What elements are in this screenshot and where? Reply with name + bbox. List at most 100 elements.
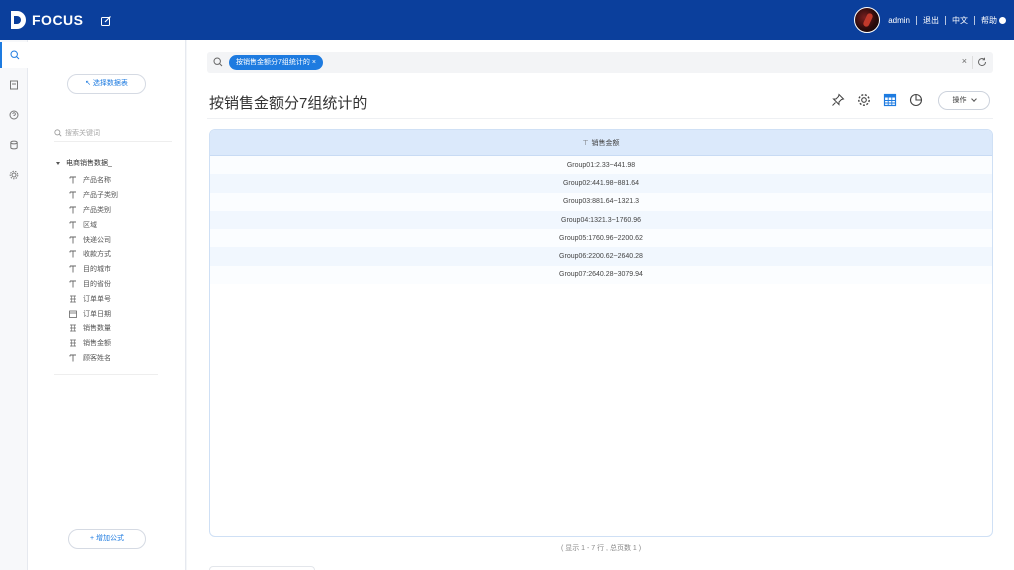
table-row[interactable]: Group04:1321.3~1760.96 <box>210 210 992 230</box>
search-token-label: 按销售金额分7组统计的 <box>236 59 310 66</box>
search-token-chip[interactable]: 按销售金额分7组统计的 × <box>229 55 323 70</box>
pin-button[interactable] <box>828 90 848 110</box>
search-icon <box>54 128 62 136</box>
table-header[interactable]: ⊤ 销售金额 <box>210 130 992 156</box>
username[interactable]: admin <box>888 16 910 25</box>
search-icon <box>10 50 20 60</box>
question-icon <box>9 110 19 120</box>
text-field-icon <box>68 220 78 230</box>
field-item[interactable]: 产品类别 <box>68 203 168 218</box>
brand-name: FOCUS <box>32 12 84 28</box>
field-item[interactable]: 产品子类别 <box>68 188 168 203</box>
field-label: 顾客姓名 <box>83 354 111 362</box>
text-field-icon <box>68 205 78 215</box>
operate-dropdown[interactable]: 操作 <box>938 90 990 110</box>
field-item[interactable]: 订单单号 <box>68 291 168 306</box>
table-row[interactable]: Group07:2640.28~3079.94 <box>210 265 992 285</box>
help-link[interactable]: 帮助 <box>981 15 997 26</box>
rail-settings[interactable] <box>0 162 28 188</box>
table-row[interactable]: Group03:881.64~1321.3 <box>210 192 992 211</box>
field-item[interactable]: 产品名称 <box>68 173 168 188</box>
number-field-icon <box>68 323 78 333</box>
field-label: 产品子类别 <box>83 192 118 200</box>
field-label: 区域 <box>83 221 97 229</box>
field-item[interactable]: 收款方式 <box>68 247 168 262</box>
language-switch[interactable]: 中文 <box>952 15 968 26</box>
add-formula-label: 增加公式 <box>96 535 125 542</box>
number-field-icon <box>68 338 78 348</box>
table-cell: Group04:1321.3~1760.96 <box>561 216 641 224</box>
clear-search-button[interactable]: × <box>962 56 967 66</box>
field-label: 目的省份 <box>83 280 111 288</box>
field-item[interactable]: 订单日期 <box>68 306 168 321</box>
rail-question[interactable] <box>0 102 28 128</box>
divider <box>972 56 973 69</box>
select-table-button[interactable]: ↖ 选择数据表 <box>67 74 146 94</box>
table-view-button[interactable] <box>880 90 900 110</box>
chart-view-button[interactable] <box>906 90 926 110</box>
field-label: 订单单号 <box>83 295 111 303</box>
field-label: 快递公司 <box>83 236 111 244</box>
logout-link[interactable]: 退出 <box>923 15 939 26</box>
field-item[interactable]: 销售金额 <box>68 336 168 351</box>
field-item[interactable]: 目的省份 <box>68 277 168 292</box>
table-cell: Group06:2200.62~2640.28 <box>559 253 643 261</box>
table-icon <box>883 93 897 107</box>
divider <box>916 15 917 25</box>
top-navbar: FOCUS admin 退出 中文 帮助 <box>0 0 1014 40</box>
divider <box>207 118 993 119</box>
brand-logo[interactable]: FOCUS <box>10 10 84 30</box>
table-row[interactable]: Group06:2200.62~2640.28 <box>210 247 992 266</box>
rail-database[interactable] <box>0 132 28 158</box>
main-area: 按销售金额分7组统计的 × × 按销售金额分7组统计的 操作 ⊤ 销售金额 Gr… <box>187 40 1014 570</box>
search-bar[interactable]: 按销售金额分7组统计的 × × <box>207 52 993 73</box>
bottom-panel-tab[interactable] <box>209 566 315 570</box>
table-row[interactable]: Group02:441.98~881.64 <box>210 174 992 193</box>
data-panel: ↖ 选择数据表 搜索关键词 电商销售数据_ 产品名称产品子类别产品类别区域快递公… <box>28 40 186 570</box>
search-icon <box>213 57 223 67</box>
chevron-down-icon <box>970 96 977 102</box>
chip-close-icon[interactable]: × <box>312 59 316 66</box>
database-icon <box>10 140 18 150</box>
search-placeholder: 搜索关键词 <box>65 129 100 137</box>
rail-search[interactable] <box>0 42 28 68</box>
text-field-icon <box>68 249 78 259</box>
page-title: 按销售金额分7组统计的 <box>209 95 368 112</box>
field-item[interactable]: 销售数量 <box>68 321 168 336</box>
add-formula-button[interactable]: + 增加公式 <box>68 529 146 549</box>
refresh-icon[interactable] <box>977 57 987 67</box>
field-list: 产品名称 产品子类别 产品类别 区域 快递公司 收款方式 目的城市 目的省份 订单单号 订单日期销… <box>68 173 168 365</box>
field-item[interactable]: 区域 <box>68 217 168 232</box>
edit-icon[interactable] <box>100 14 112 26</box>
pinboard-icon <box>10 80 18 90</box>
divider <box>945 15 946 25</box>
text-field-icon <box>68 235 78 245</box>
field-label: 销售金额 <box>83 340 111 348</box>
table-cell: Group07:2640.28~3079.94 <box>559 271 643 279</box>
field-item[interactable]: 快递公司 <box>68 232 168 247</box>
field-item[interactable]: 目的城市 <box>68 262 168 277</box>
rail-pinboard[interactable] <box>0 72 28 98</box>
keyword-search-input[interactable]: 搜索关键词 <box>54 124 172 142</box>
column-header: 销售金额 <box>591 139 620 147</box>
table-tree-node[interactable]: 电商销售数据_ <box>56 158 112 168</box>
caret-down-icon <box>56 161 60 165</box>
table-row[interactable]: Group01:2.33~441.98 <box>210 156 992 175</box>
table-cell: Group02:441.98~881.64 <box>562 179 640 187</box>
table-cell: Group05:1760.96~2200.62 <box>559 234 643 242</box>
text-field-icon: ⊤ <box>582 139 589 147</box>
divider <box>974 15 975 25</box>
help-icon[interactable] <box>999 16 1006 24</box>
avatar[interactable] <box>854 7 881 33</box>
settings-button[interactable] <box>854 90 874 110</box>
table-row[interactable]: Group05:1760.96~2200.62 <box>210 229 992 248</box>
icon-rail <box>0 40 28 570</box>
table-name: 电商销售数据_ <box>66 160 112 167</box>
text-field-icon <box>68 264 78 274</box>
field-label: 收款方式 <box>83 251 111 259</box>
divider <box>54 374 158 375</box>
toolbar: 操作 <box>828 90 990 110</box>
field-label: 产品类别 <box>83 206 111 214</box>
gear-icon <box>9 170 19 180</box>
field-item[interactable]: 顾客姓名 <box>68 351 168 366</box>
